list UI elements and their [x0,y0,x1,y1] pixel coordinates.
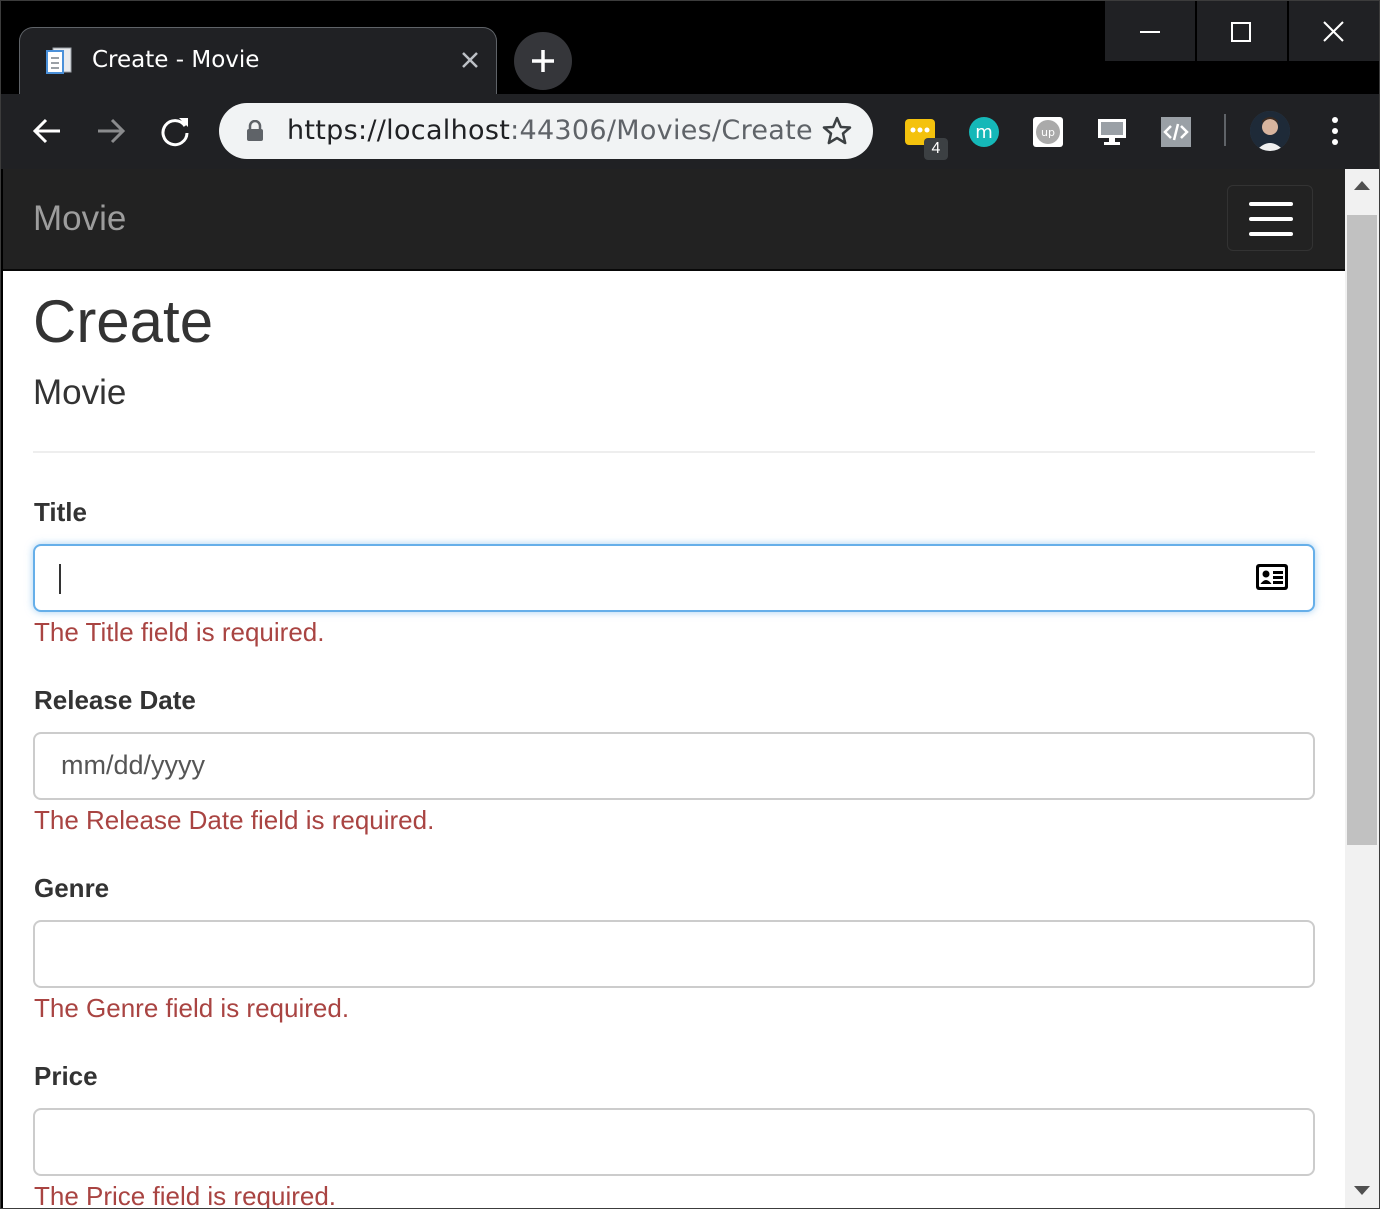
release-date-placeholder: mm/dd/yyyy [61,750,206,780]
release-date-error: The Release Date field is required. [34,805,435,835]
scroll-down-arrow-icon[interactable] [1354,1186,1370,1195]
url-host: https://localhost [287,115,511,146]
release-date-input[interactable]: mm/dd/yyyy [33,732,1315,800]
title-label: Title [34,497,87,527]
navbar-brand[interactable]: Movie [33,199,126,239]
profile-avatar[interactable] [1250,111,1290,151]
divider [33,451,1315,453]
tab-strip: Create - Movie [1,1,1379,94]
genre-label: Genre [34,873,110,903]
avatar-icon [1250,111,1290,151]
release-date-label: Release Date [34,685,196,715]
extension-m-icon[interactable]: m [968,116,1000,148]
reload-icon[interactable] [158,114,192,148]
toolbar-separator [1224,114,1226,146]
address-bar[interactable]: https://localhost:44306/Movies/Create [219,103,873,159]
browser-toolbar: https://localhost:44306/Movies/Create m … [1,94,1379,169]
close-window-button[interactable] [1289,1,1379,61]
price-error: The Price field is required. [34,1181,337,1209]
extension-monitor-icon[interactable] [1096,116,1128,148]
page-viewport: Movie Create Movie Title The Title field… [3,169,1345,1209]
extension-code-icon[interactable] [1160,116,1192,148]
back-arrow-icon[interactable] [30,114,64,148]
forward-arrow-icon[interactable] [94,114,128,148]
minimize-icon [1140,31,1160,33]
page-icon [46,47,72,74]
navbar-toggle-button[interactable] [1227,185,1313,251]
browser-window: Create - Movie https://localhost:44306/M… [0,0,1380,1209]
page-title: Create [33,288,214,355]
maximize-icon [1231,22,1251,42]
scrollbar-thumb[interactable] [1347,215,1377,845]
genre-error: The Genre field is required. [34,993,350,1023]
close-icon [1323,21,1344,42]
extension-upwork-icon[interactable]: up [1032,116,1064,148]
scroll-up-arrow-icon[interactable] [1354,181,1370,190]
plus-icon [532,50,554,72]
lock-icon[interactable] [245,120,265,142]
minimize-button[interactable] [1105,1,1195,61]
url-path: :44306/Movies/Create [510,115,813,146]
svg-text:m: m [975,122,993,143]
hamburger-icon [1249,202,1293,206]
url-text: https://localhost:44306/Movies/Create [287,115,813,146]
genre-input[interactable] [33,920,1315,988]
more-menu-icon[interactable] [1325,115,1345,147]
title-error: The Title field is required. [34,617,325,647]
contact-card-icon[interactable] [1255,563,1289,591]
close-tab-icon[interactable] [456,46,484,74]
vertical-scrollbar[interactable] [1345,169,1379,1208]
hamburger-icon-bar [1249,217,1293,221]
maximize-button[interactable] [1197,1,1287,61]
bookmark-star-icon[interactable] [821,115,853,147]
svg-text:up: up [1041,126,1055,139]
page-subtitle: Movie [33,373,127,412]
site-navbar: Movie [3,169,1345,271]
hamburger-icon-bar [1249,232,1293,236]
new-tab-button[interactable] [514,32,572,90]
title-input[interactable] [33,544,1315,612]
text-caret [59,564,61,594]
tab-create-movie[interactable]: Create - Movie [19,27,497,94]
price-input[interactable] [33,1108,1315,1176]
price-label: Price [34,1061,98,1091]
extension-badge: 4 [924,138,948,160]
tab-title: Create - Movie [92,47,260,73]
